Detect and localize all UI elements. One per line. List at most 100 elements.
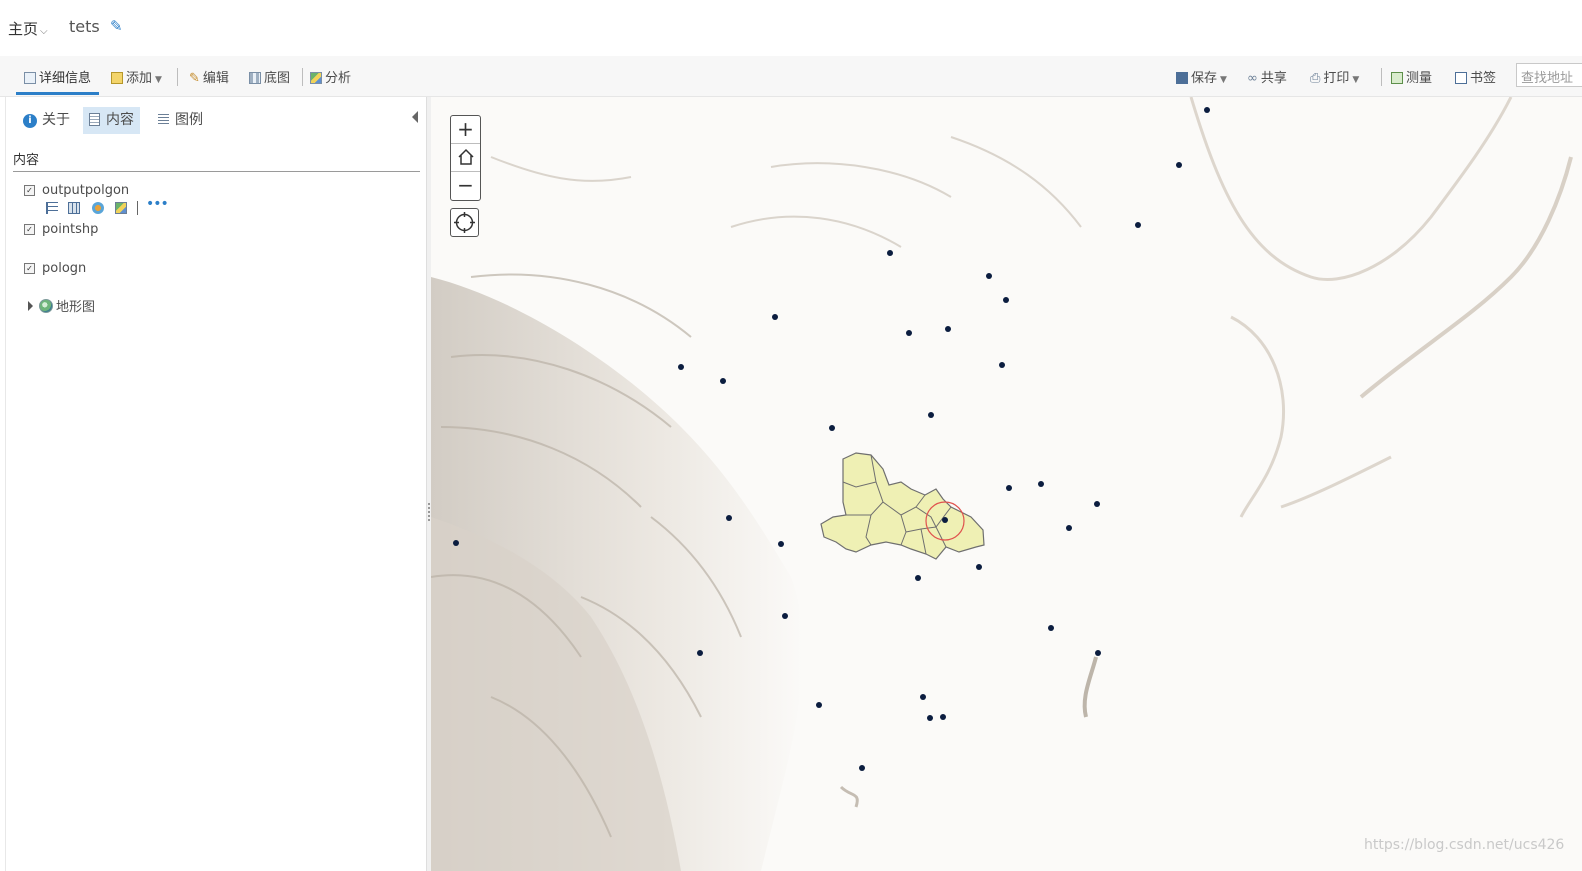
point-marker[interactable]: [920, 694, 926, 700]
point-marker[interactable]: [772, 314, 778, 320]
legend-list-icon: [158, 113, 169, 126]
tab-legend[interactable]: 图例: [152, 107, 209, 134]
share-label: 共享: [1260, 71, 1287, 86]
layer-visibility-checkbox[interactable]: ✓: [24, 224, 35, 235]
attribute-table-icon[interactable]: [68, 202, 80, 214]
expand-arrow-icon[interactable]: [28, 301, 33, 311]
layer-item-outputpolgon[interactable]: ✓ outputpolgon: [24, 183, 129, 198]
point-marker[interactable]: [915, 575, 921, 581]
edit-title-pencil-icon[interactable]: ✎: [110, 17, 123, 35]
point-marker[interactable]: [782, 613, 788, 619]
content-list-icon: [89, 113, 100, 126]
point-marker[interactable]: [940, 714, 946, 720]
basemap-button[interactable]: 底图: [249, 67, 290, 86]
point-marker[interactable]: [726, 515, 732, 521]
point-marker[interactable]: [1038, 481, 1044, 487]
watermark-text: https://blog.csdn.net/ucs426: [1364, 837, 1565, 853]
tab-legend-label: 图例: [175, 112, 203, 128]
divider: [13, 171, 420, 172]
map-view[interactable]: + − https://blog.csdn.net/ucs426: [431, 97, 1582, 871]
point-marker[interactable]: [986, 273, 992, 279]
point-marker[interactable]: [1204, 107, 1210, 113]
home-extent-button[interactable]: [451, 144, 480, 172]
measure-button[interactable]: 测量: [1391, 67, 1432, 86]
tab-about[interactable]: i 关于: [17, 107, 76, 134]
layer-item-pologn[interactable]: ✓ pologn: [24, 261, 86, 276]
layer-item-pointshp[interactable]: ✓ pointshp: [24, 222, 98, 237]
home-menu[interactable]: 主页 ⌵: [8, 18, 48, 39]
bookmarks-button[interactable]: 书签: [1455, 67, 1496, 86]
toolbar-divider: [177, 68, 178, 86]
point-marker[interactable]: [999, 362, 1005, 368]
show-legend-icon[interactable]: [46, 202, 58, 214]
collapse-panel-icon[interactable]: [412, 111, 418, 123]
point-marker[interactable]: [453, 540, 459, 546]
point-marker[interactable]: [1095, 650, 1101, 656]
point-marker[interactable]: [1066, 525, 1072, 531]
sidebar-panel: i 关于 内容 图例 内容 ✓ outputpolgon ••• ✓ pointshp…: [5, 97, 427, 871]
point-marker[interactable]: [859, 765, 865, 771]
pencil-icon: ✎: [189, 71, 200, 86]
basemap-layer-name: 地形图: [56, 300, 96, 315]
point-marker[interactable]: [720, 378, 726, 384]
basemap-label: 底图: [264, 71, 291, 86]
perform-analysis-icon[interactable]: [115, 202, 127, 214]
locate-button[interactable]: [450, 208, 479, 237]
edit-button[interactable]: ✎ 编辑: [189, 67, 229, 86]
more-options-icon[interactable]: •••: [146, 196, 169, 212]
print-button[interactable]: ⎙ 打印 ▼: [1310, 67, 1359, 86]
layer-item-basemap[interactable]: 地形图: [28, 296, 95, 315]
zoom-in-button[interactable]: +: [451, 116, 480, 144]
point-marker[interactable]: [927, 715, 933, 721]
point-marker[interactable]: [928, 412, 934, 418]
point-marker[interactable]: [906, 330, 912, 336]
point-marker[interactable]: [1135, 222, 1141, 228]
bookmarks-label: 书签: [1470, 71, 1497, 86]
point-marker[interactable]: [678, 364, 684, 370]
save-label: 保存: [1191, 71, 1218, 86]
point-marker[interactable]: [697, 650, 703, 656]
layer-name: pointshp: [42, 222, 99, 237]
home-icon: [457, 148, 474, 165]
point-marker[interactable]: [976, 564, 982, 570]
layer-visibility-checkbox[interactable]: ✓: [24, 263, 35, 274]
point-marker[interactable]: [945, 326, 951, 332]
top-header: 主页 ⌵ tets ✎: [0, 0, 1582, 56]
point-marker[interactable]: [1006, 485, 1012, 491]
globe-icon: [39, 299, 53, 313]
details-active-indicator: [16, 92, 99, 95]
search-input[interactable]: 查找地址: [1516, 63, 1582, 87]
point-marker[interactable]: [1094, 501, 1100, 507]
share-button[interactable]: ∞ 共享: [1247, 67, 1287, 86]
point-marker[interactable]: [778, 541, 784, 547]
zoom-controls: + −: [450, 115, 481, 201]
drag-handle-icon[interactable]: [428, 501, 430, 521]
terrain-basemap: [431, 97, 1582, 871]
toolbar-divider: [1381, 68, 1382, 86]
dropdown-caret-icon: ▼: [1220, 75, 1227, 85]
tab-content[interactable]: 内容: [83, 107, 140, 134]
point-marker[interactable]: [816, 702, 822, 708]
point-marker[interactable]: [829, 425, 835, 431]
print-label: 打印: [1323, 71, 1350, 86]
save-button[interactable]: 保存 ▼: [1176, 67, 1227, 86]
point-marker[interactable]: [1048, 625, 1054, 631]
details-button[interactable]: 详细信息: [24, 67, 91, 86]
details-label: 详细信息: [39, 71, 92, 86]
point-marker[interactable]: [1003, 297, 1009, 303]
dropdown-caret-icon: ▼: [1352, 75, 1360, 85]
add-button[interactable]: 添加 ▼: [111, 67, 162, 86]
chevron-down-icon: ⌵: [40, 26, 48, 37]
details-icon: [24, 72, 36, 84]
point-marker[interactable]: [1176, 162, 1182, 168]
change-style-icon[interactable]: [92, 202, 104, 214]
save-disk-icon: [1176, 72, 1188, 84]
add-icon: [111, 72, 123, 84]
zoom-out-button[interactable]: −: [451, 172, 480, 200]
point-marker[interactable]: [942, 517, 948, 523]
layer-visibility-checkbox[interactable]: ✓: [24, 185, 35, 196]
point-marker[interactable]: [887, 250, 893, 256]
link-icon: ∞: [1247, 71, 1258, 86]
analysis-button[interactable]: 分析: [310, 67, 351, 86]
tab-content-label: 内容: [106, 112, 134, 128]
